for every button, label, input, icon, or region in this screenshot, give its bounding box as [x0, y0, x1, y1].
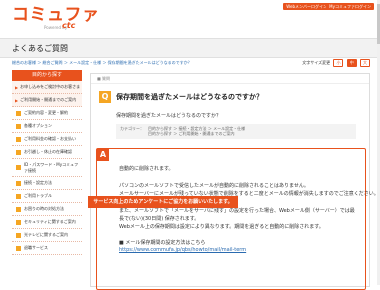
ctc-logo: ctc: [62, 21, 76, 30]
category-icon: [16, 136, 21, 142]
category-icon: [16, 110, 21, 116]
survey-button[interactable]: サービス向上のためアンケートにご協力をお願いいたします。: [88, 196, 238, 208]
page-title: よくあるご質問: [12, 44, 68, 53]
sidebar-item-label: ID・パスワード・Myコミュファ接続: [24, 161, 79, 173]
sidebar-item[interactable]: ご契約内容・変更・解約: [12, 107, 82, 120]
question-title: 保存期間を過ぎたメールはどうなるのですか？: [116, 93, 263, 101]
sidebar-item[interactable]: 退職サービス: [12, 242, 82, 255]
my-commufa-login-button[interactable]: Myコミュファログイン: [326, 3, 374, 10]
sidebar-item-label: お申し込みをご検討中のお客さま: [20, 84, 81, 89]
category-icon: [16, 206, 21, 212]
category-icon: [16, 193, 21, 199]
answer-badge: A: [97, 149, 109, 161]
sidebar-item-label: 光テレビに関するご案内: [24, 232, 68, 237]
sidebar-heading: 目的から探す: [12, 70, 82, 81]
font-size-small-button[interactable]: 小: [333, 59, 344, 67]
category-icon: [16, 232, 21, 238]
question-text: 保存期間を過ぎたメールはどうなるのですか？: [116, 113, 222, 119]
sidebar-item-label: 退職サービス: [24, 245, 48, 250]
category-icon: [16, 219, 21, 225]
sidebar-item-label: 接続・設定方法: [24, 180, 52, 185]
sidebar-item[interactable]: ご利用料金の確認・お支払い: [12, 133, 82, 146]
sidebar-item-label: セキュリティに関するご案内: [24, 219, 76, 224]
sidebar-item-label: ご利用開始・開通までのご案内: [20, 97, 77, 102]
sidebar-item[interactable]: ▶ ご利用開始・開通までのご案内: [12, 94, 82, 107]
category-icon: [16, 123, 21, 129]
sidebar-item[interactable]: ▶ お申し込みをご検討中のお客さま: [12, 81, 82, 94]
font-size-large-button[interactable]: 大: [360, 59, 370, 67]
sidebar-item[interactable]: ご利用トラブル: [12, 190, 82, 203]
answer-line: ■ メール保存期間の設定方法はこちら: [119, 240, 206, 246]
answer-line: Webメール上の保存期間は設定により異なります。期間を過ぎると自動的に削除されま…: [119, 224, 324, 230]
category-line[interactable]: 目的から探す ＞ ご利用開始・開通までのご案内: [120, 131, 352, 136]
font-size-label: 文字サイズ変更: [302, 60, 331, 65]
faq-main-panel: ■ 質問 Q 保存期間を過ぎたメールはどうなるのですか？ 保存期間を過ぎたメール…: [90, 73, 379, 290]
sidebar-item-label: ご利用トラブル: [24, 193, 52, 198]
sidebar-item[interactable]: お困りの時の対処方法: [12, 203, 82, 216]
sidebar-item[interactable]: お引越し・休止の在庫確認: [12, 146, 82, 159]
arrow-right-icon: ▶: [15, 84, 19, 90]
answer-line: 自動的に削除されます。: [119, 166, 174, 172]
header: コミュファ Powered by ctc Webメンバーログイン Myコミュファ…: [0, 0, 380, 30]
question-section-label: ■ 質問: [91, 74, 369, 84]
answer-line: また、メールソフトで「メールをサーバに残す」の設定を行った場合、Webメール側（…: [119, 208, 355, 214]
answer-line: パソコンのメールソフトで受信したメールが自動的に削除されることはありません。: [119, 183, 309, 189]
arrow-right-icon: ▶: [15, 97, 19, 103]
sidebar-item-label: 各種オプション: [24, 123, 52, 128]
font-size-control: 文字サイズ変更 小 中 大: [302, 59, 370, 67]
category-icon: [16, 165, 21, 170]
sidebar-item-label: お困りの時の対処方法: [24, 206, 64, 211]
breadcrumb[interactable]: 総合のお客様 ＞ 総合ご質問 ＞ メール設定・仕様 ＞ 保存期間を過ぎたメールは…: [12, 60, 192, 66]
sidebar-item[interactable]: ID・パスワード・Myコミュファ接続: [12, 159, 82, 177]
answer-box: A 自動的に削除されます。 パソコンのメールソフトで受信したメールが自動的に削除…: [96, 148, 379, 290]
sidebar-item-label: ご利用料金の確認・お支払い: [24, 136, 76, 141]
category-icon: [16, 180, 21, 186]
answer-line: 長で(ない)(30日間) 保存されます。: [119, 216, 200, 222]
sidebar-item[interactable]: 接続・設定方法: [12, 177, 82, 190]
font-size-medium-button[interactable]: 中: [346, 59, 357, 67]
category-box: カテゴリー： 目的から探す ＞ 接続・設定方法 ＞ メール設定・仕様 目的から探…: [116, 124, 356, 139]
sidebar-item[interactable]: 光テレビに関するご案内: [12, 229, 82, 242]
sidebar-item-label: ご契約内容・変更・解約: [24, 110, 68, 115]
category-icon: [16, 149, 21, 155]
sidebar-item[interactable]: 各種オプション: [12, 120, 82, 133]
web-member-login-button[interactable]: Webメンバーログイン: [283, 3, 330, 10]
mail-term-link[interactable]: https://www.commufa.jp/qbs/howto/mail/ma…: [119, 247, 246, 253]
question-badge: Q: [99, 91, 111, 103]
sidebar-item-label: お引越し・休止の在庫確認: [24, 149, 72, 154]
sidebar-item[interactable]: セキュリティに関するご案内: [12, 216, 82, 229]
sidebar: 目的から探す ▶ お申し込みをご検討中のお客さま ▶ ご利用開始・開通までのご案内 ご契…: [12, 70, 82, 255]
category-icon: [16, 245, 21, 251]
commufa-logo[interactable]: コミュファ: [12, 7, 100, 24]
